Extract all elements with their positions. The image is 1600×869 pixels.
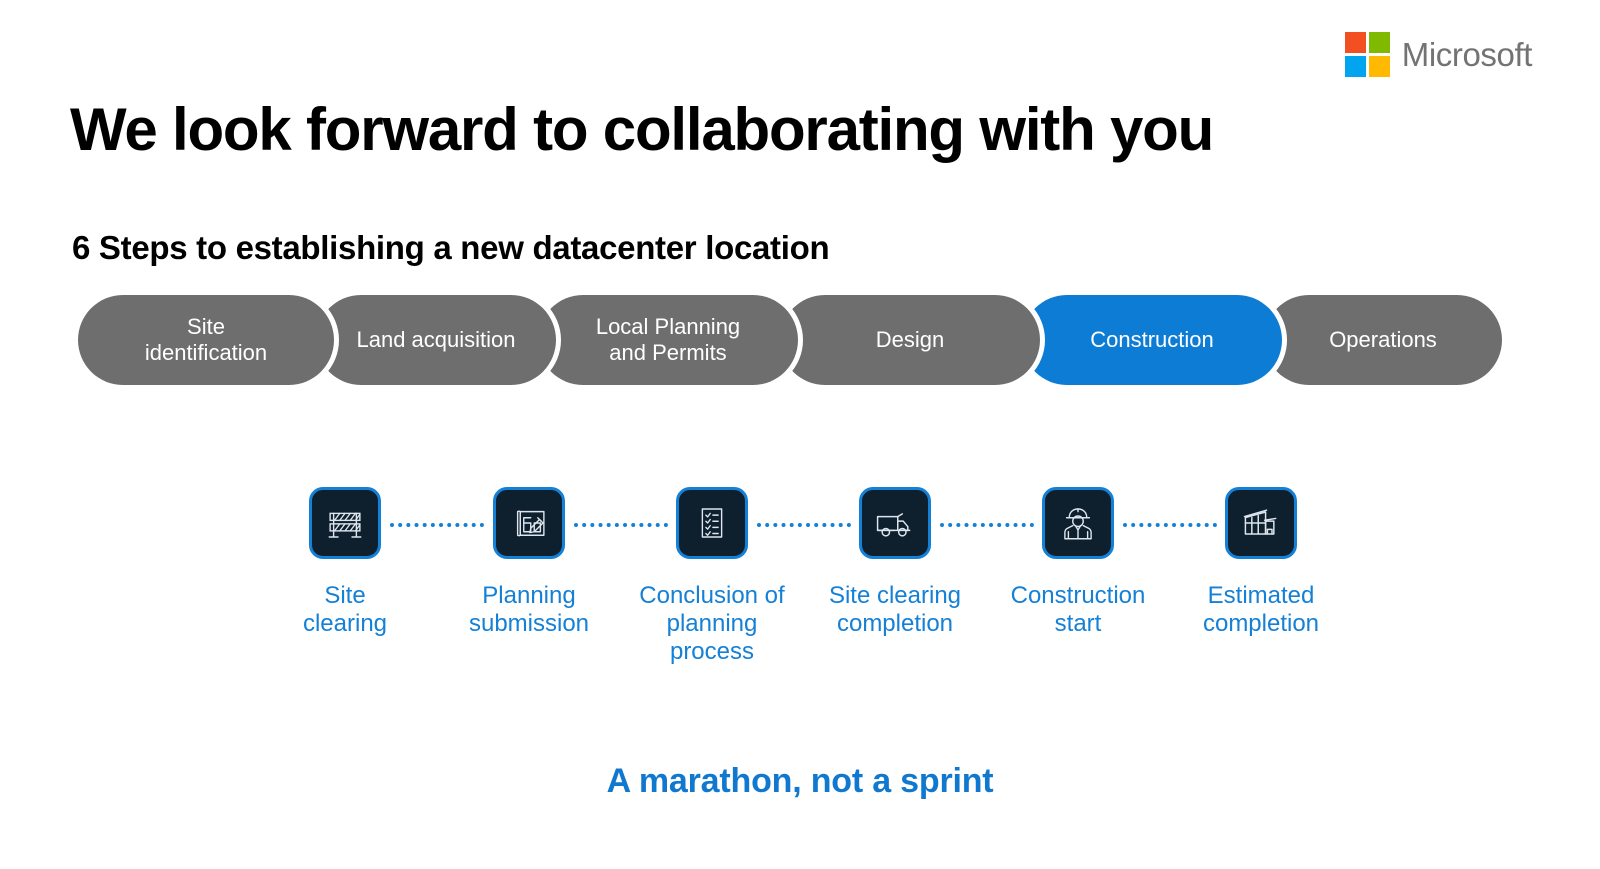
milestone-item[interactable]: Planning submission bbox=[444, 487, 614, 638]
milestone-label-line1: Site clearing bbox=[828, 582, 962, 609]
phase-label-line1: Operations bbox=[1329, 327, 1437, 353]
blue-square bbox=[1344, 56, 1366, 77]
milestone-label: Construction start bbox=[996, 582, 1161, 638]
red-square bbox=[1344, 32, 1366, 53]
milestone-label: Site clearing bbox=[263, 582, 428, 638]
milestone-label-line1: Estimated bbox=[1207, 582, 1315, 609]
milestone-label-line3: process bbox=[669, 637, 755, 665]
milestone-label-line2: submission bbox=[468, 609, 590, 637]
milestone-label-line2: completion bbox=[836, 609, 954, 637]
microsoft-logo-squares bbox=[1344, 32, 1390, 77]
phase-segment-label: Construction bbox=[1090, 327, 1214, 353]
construction-worker-icon bbox=[1042, 487, 1114, 559]
milestone-label: Conclusion of planning process bbox=[630, 582, 795, 665]
milestone-item[interactable]: Conclusion of planning process bbox=[627, 487, 797, 665]
milestone-item[interactable]: Site clearing bbox=[260, 487, 430, 638]
microsoft-logo: Microsoft bbox=[1344, 32, 1533, 77]
completed-building-icon bbox=[1225, 487, 1297, 559]
phase-segment-label: Local Planning and Permits bbox=[596, 314, 740, 365]
page-title: We look forward to collaborating with yo… bbox=[70, 96, 1214, 164]
dump-truck-icon bbox=[859, 487, 931, 559]
phase-label-line1: Land acquisition bbox=[356, 327, 516, 353]
phase-label-line1: Design bbox=[875, 327, 945, 353]
milestone-label-line2: clearing bbox=[302, 609, 388, 637]
milestone-item[interactable]: Construction start bbox=[993, 487, 1163, 638]
phase-segment-label: Site identification bbox=[145, 314, 267, 365]
milestone-label-line1: Construction bbox=[1010, 582, 1146, 609]
phase-label-line1: Construction bbox=[1090, 327, 1214, 353]
milestone-label-line2: planning bbox=[666, 609, 758, 637]
milestone-timeline: Site clearing Planning submission Conclusion… bbox=[0, 487, 1600, 697]
construction-barrier-icon bbox=[309, 487, 381, 559]
milestone-item[interactable]: Site clearing completion bbox=[810, 487, 980, 638]
phase-label-line1: Local Planning bbox=[595, 314, 741, 340]
milestone-label-line1: Conclusion of bbox=[639, 582, 785, 609]
phase-segment[interactable]: Construction bbox=[1022, 295, 1282, 385]
phase-segment[interactable]: Design bbox=[780, 295, 1040, 385]
milestone-item[interactable]: Estimated completion bbox=[1176, 487, 1346, 638]
phase-segment[interactable]: Land acquisition bbox=[316, 295, 556, 385]
phase-segment[interactable]: Local Planning and Permits bbox=[538, 295, 798, 385]
phase-bar: Operations Construction Design Local Planni… bbox=[78, 295, 1502, 385]
milestone-label-line2: completion bbox=[1202, 609, 1320, 637]
phase-label-line2: identification bbox=[144, 340, 268, 365]
milestone-label: Estimated completion bbox=[1179, 582, 1344, 638]
phase-segment-label: Land acquisition bbox=[356, 327, 515, 353]
phase-segment-label: Design bbox=[876, 327, 944, 353]
checklist-document-icon bbox=[676, 487, 748, 559]
milestone-label: Site clearing completion bbox=[813, 582, 978, 638]
milestone-label-line2: start bbox=[1054, 609, 1102, 637]
phase-segment-label: Operations bbox=[1329, 327, 1437, 353]
milestone-label-line1: Planning bbox=[482, 582, 576, 609]
footer-tagline: A marathon, not a sprint bbox=[606, 762, 994, 800]
page-subtitle: 6 Steps to establishing a new datacenter… bbox=[72, 229, 830, 267]
microsoft-wordmark: Microsoft bbox=[1401, 36, 1533, 73]
milestone-label: Planning submission bbox=[447, 582, 612, 638]
phase-label-line1: Site bbox=[187, 314, 225, 340]
phase-segment[interactable]: Operations bbox=[1264, 295, 1502, 385]
blueprint-pencil-icon bbox=[493, 487, 565, 559]
phase-segment[interactable]: Site identification bbox=[78, 295, 334, 385]
phase-label-line2: and Permits bbox=[609, 340, 727, 365]
milestone-label-line1: Site bbox=[324, 582, 366, 609]
green-square bbox=[1368, 32, 1390, 53]
yellow-square bbox=[1368, 56, 1390, 77]
